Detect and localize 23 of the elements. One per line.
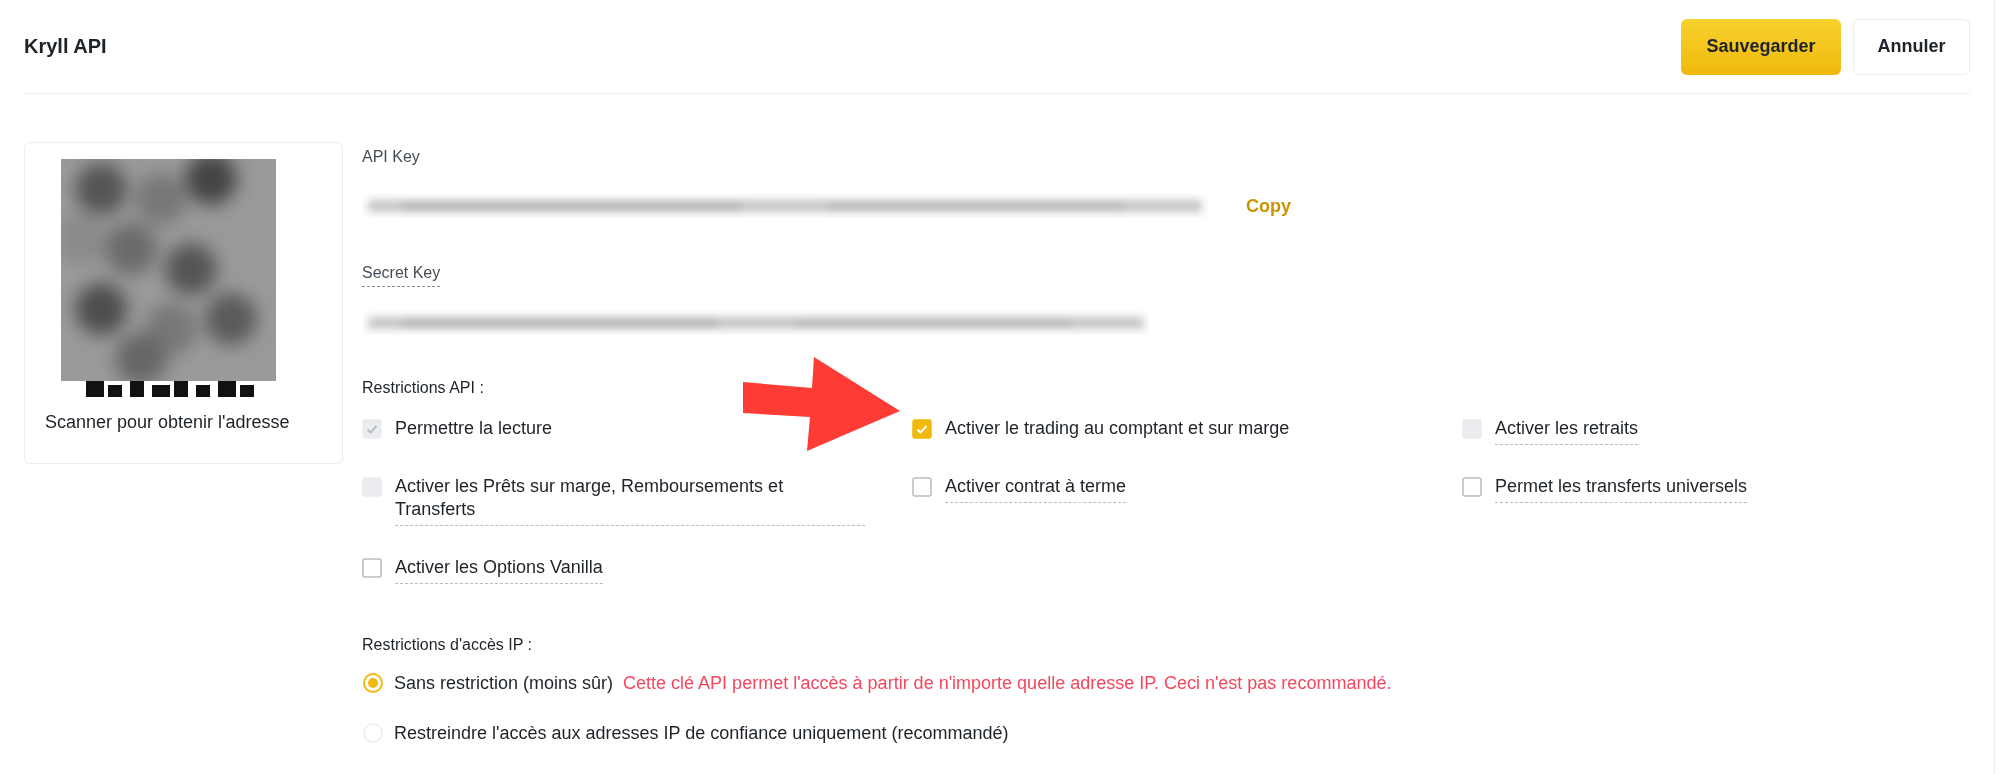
- option-label: Activer contrat à terme: [945, 475, 1127, 503]
- qr-caption: Scanner pour obtenir l'adresse: [44, 412, 290, 433]
- option-label: Activer les Prêts sur marge, Remboursements et Transferts: [395, 475, 865, 526]
- cancel-button[interactable]: Annuler: [1853, 18, 1970, 75]
- checkbox[interactable]: [912, 477, 932, 497]
- option-label: Sans restriction (moins sûr): [394, 672, 614, 694]
- radio-button[interactable]: [362, 672, 384, 694]
- page-title: Kryll API: [24, 35, 107, 58]
- option-label: Permet les transferts universels: [1495, 475, 1748, 503]
- field-label: API Key: [362, 148, 420, 167]
- option-label: Activer le trading au comptant et sur marge: [945, 417, 1290, 440]
- save-button[interactable]: Sauvegarder: [1681, 18, 1841, 75]
- checkbox[interactable]: [1462, 477, 1482, 497]
- option-label: Activer les Options Vanilla: [395, 556, 603, 584]
- field-label: Secret Key: [362, 264, 441, 287]
- option-label: Permettre la lecture: [395, 417, 553, 440]
- section-label: Restrictions d'accès IP :: [362, 636, 533, 654]
- checkbox[interactable]: [912, 419, 932, 439]
- warning-text: Cette clé API permet l'accès à partir de n'importe quelle adresse IP. Ceci n'est pas recommandé.: [623, 672, 1392, 694]
- option-label: Restreindre l'accès aux adresses IP de confiance uniquement (recommandé): [394, 722, 1009, 744]
- option-label: Activer les retraits: [1495, 417, 1639, 445]
- checkbox[interactable]: [362, 558, 382, 578]
- section-label: Restrictions API :: [362, 379, 485, 397]
